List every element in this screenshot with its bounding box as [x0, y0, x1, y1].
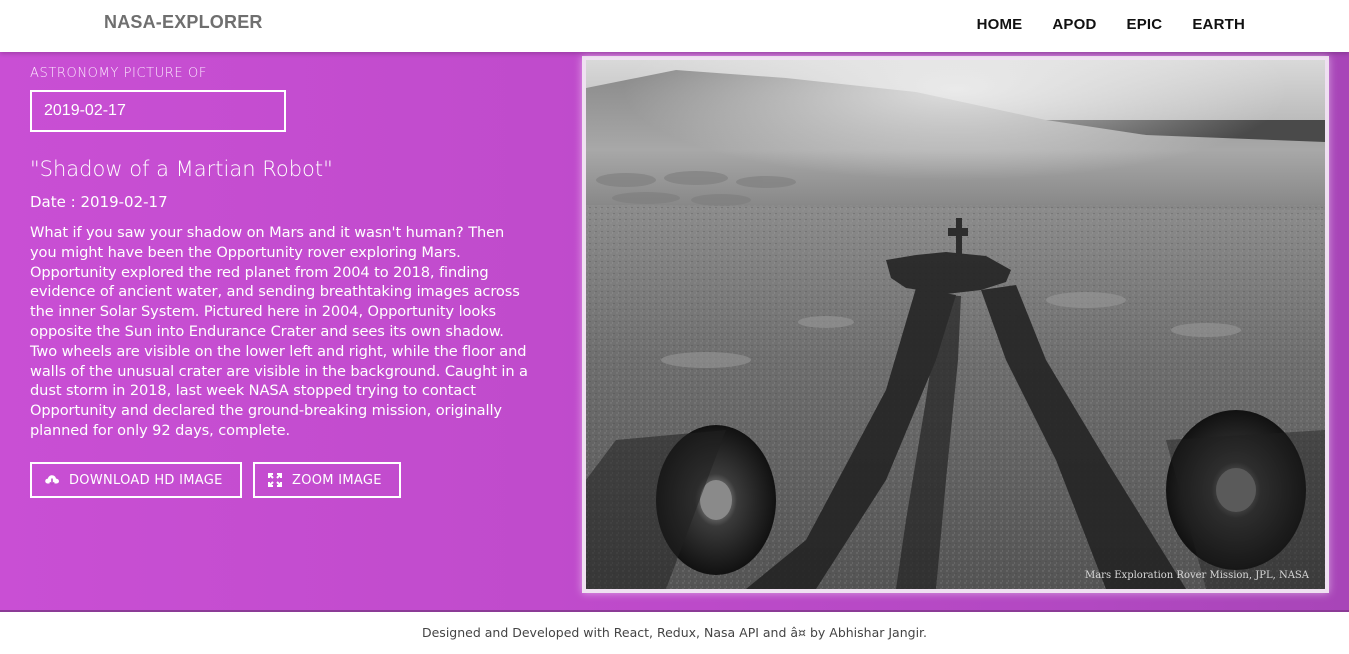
- date-picker-label: ASTRONOMY PICTURE OF: [30, 66, 207, 81]
- nav-link-apod[interactable]: APOD: [1052, 16, 1096, 33]
- expand-icon: [267, 472, 283, 488]
- apod-image-frame: Mars Exploration Rover Mission, JPL, NAS…: [582, 56, 1329, 593]
- footer-credit: Designed and Developed with React, Redux…: [421, 625, 928, 640]
- apod-date: Date : 2019-02-17: [30, 193, 168, 211]
- brand-logo[interactable]: NASA-EXPLORER: [104, 12, 263, 33]
- cloud-download-icon: [44, 472, 60, 488]
- nav-links: HOME APOD EPIC EARTH: [977, 16, 1245, 33]
- apod-explanation: What if you saw your shadow on Mars and …: [30, 224, 528, 439]
- apod-section: ASTRONOMY PICTURE OF "Shadow of a Martia…: [0, 52, 1349, 612]
- zoom-image-label: ZOOM IMAGE: [292, 472, 382, 488]
- apod-image[interactable]: Mars Exploration Rover Mission, JPL, NAS…: [586, 60, 1325, 589]
- nav-link-home[interactable]: HOME: [977, 16, 1023, 33]
- image-credit: Mars Exploration Rover Mission, JPL, NAS…: [1084, 570, 1309, 581]
- footer: Designed and Developed with React, Redux…: [0, 614, 1349, 654]
- download-hd-button[interactable]: DOWNLOAD HD IMAGE: [30, 462, 242, 498]
- date-input[interactable]: [30, 90, 286, 132]
- zoom-image-button[interactable]: ZOOM IMAGE: [253, 462, 401, 498]
- apod-title: "Shadow of a Martian Robot": [30, 157, 333, 181]
- navbar: NASA-EXPLORER HOME APOD EPIC EARTH: [0, 0, 1349, 52]
- download-hd-label: DOWNLOAD HD IMAGE: [69, 472, 223, 488]
- nav-link-earth[interactable]: EARTH: [1192, 16, 1245, 33]
- nav-link-epic[interactable]: EPIC: [1127, 16, 1163, 33]
